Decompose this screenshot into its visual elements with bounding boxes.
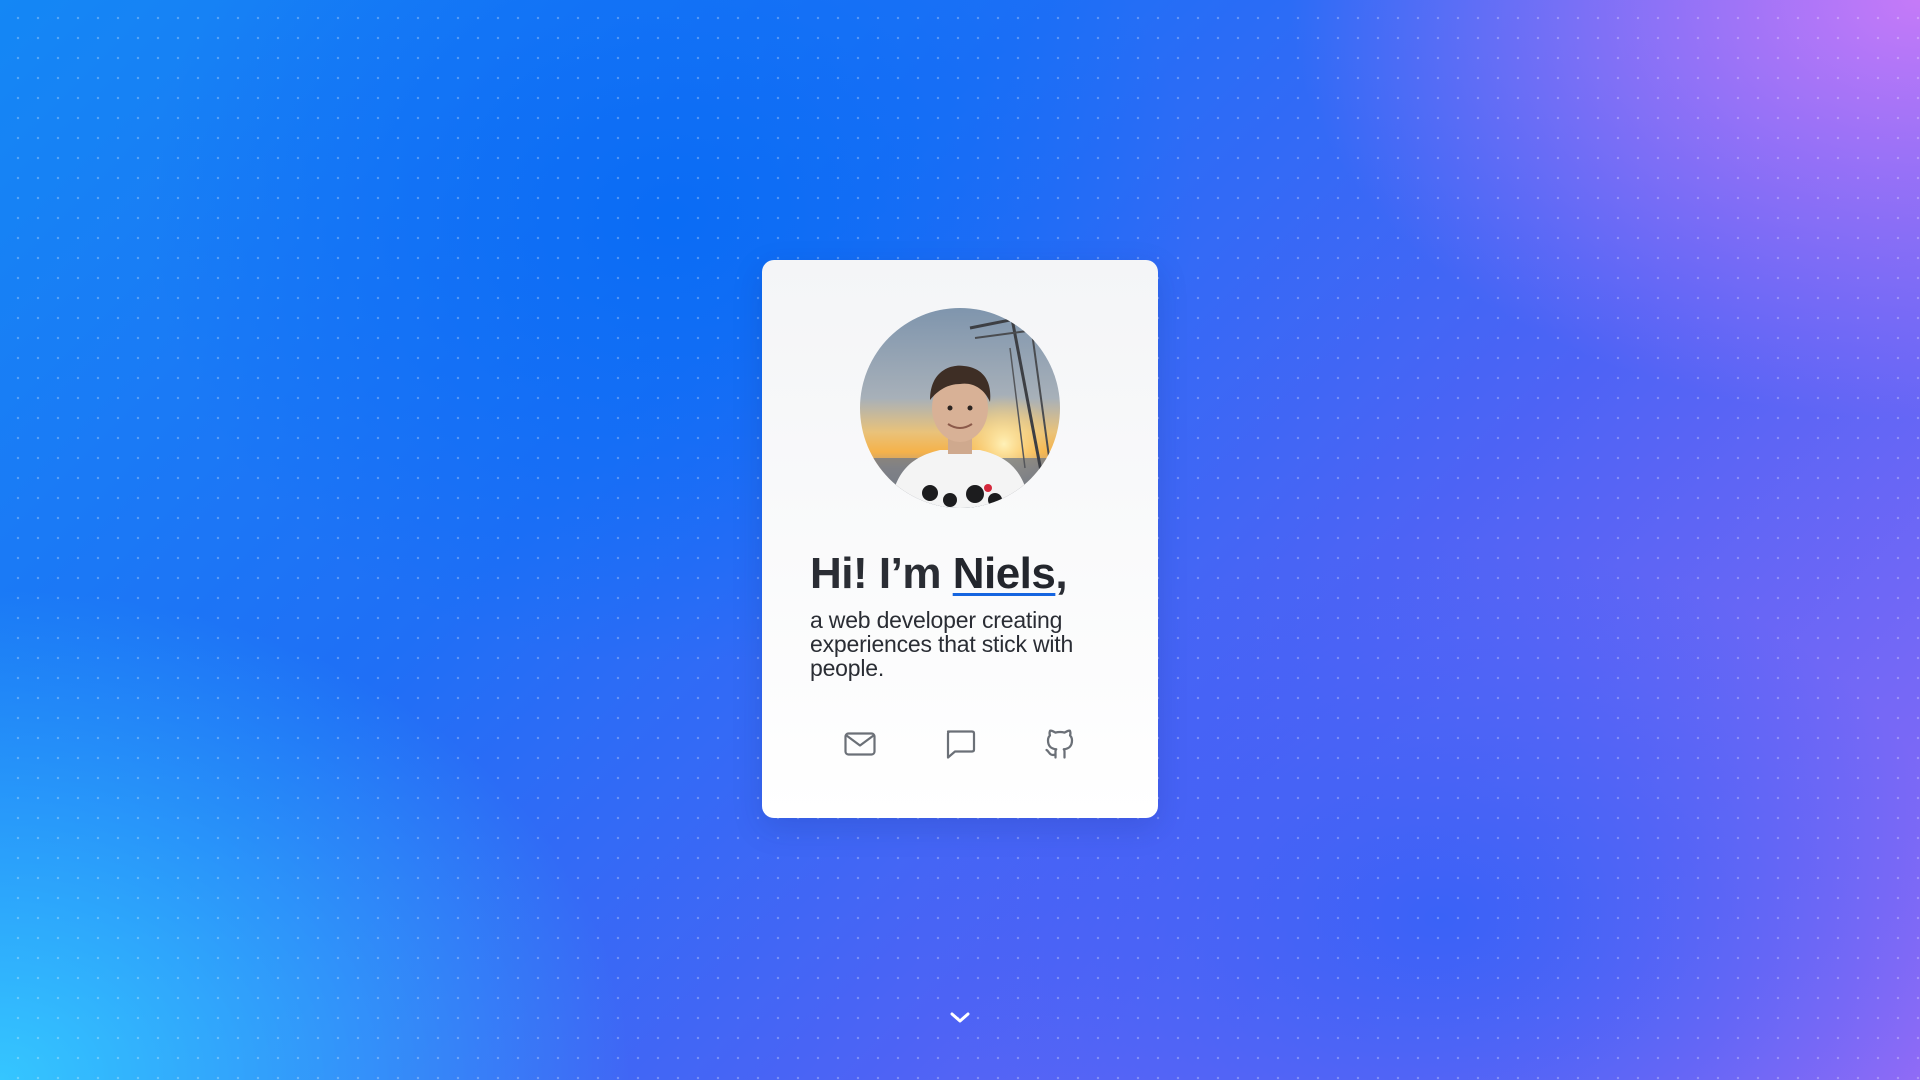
chevron-down-icon (950, 1012, 970, 1023)
message-link[interactable] (940, 724, 980, 764)
page-title: Hi! I’m Niels, (810, 549, 1068, 598)
tagline: a web developer creating experiences tha… (810, 607, 1074, 681)
greeting-text: Hi! I’m (810, 549, 953, 598)
avatar (860, 308, 1060, 508)
chat-icon (946, 730, 976, 759)
scroll-down-button[interactable] (944, 1004, 976, 1032)
email-link[interactable] (840, 724, 880, 764)
contact-links (762, 724, 1158, 764)
github-link[interactable] (1040, 724, 1080, 764)
name-text: Niels (952, 549, 1056, 598)
avatar-photo (860, 308, 1060, 508)
greeting-comma: , (1055, 549, 1068, 598)
github-icon (1045, 729, 1074, 759)
mail-icon (844, 732, 876, 756)
profile-card: Hi! I’m Niels, a web developer creating … (762, 260, 1158, 818)
